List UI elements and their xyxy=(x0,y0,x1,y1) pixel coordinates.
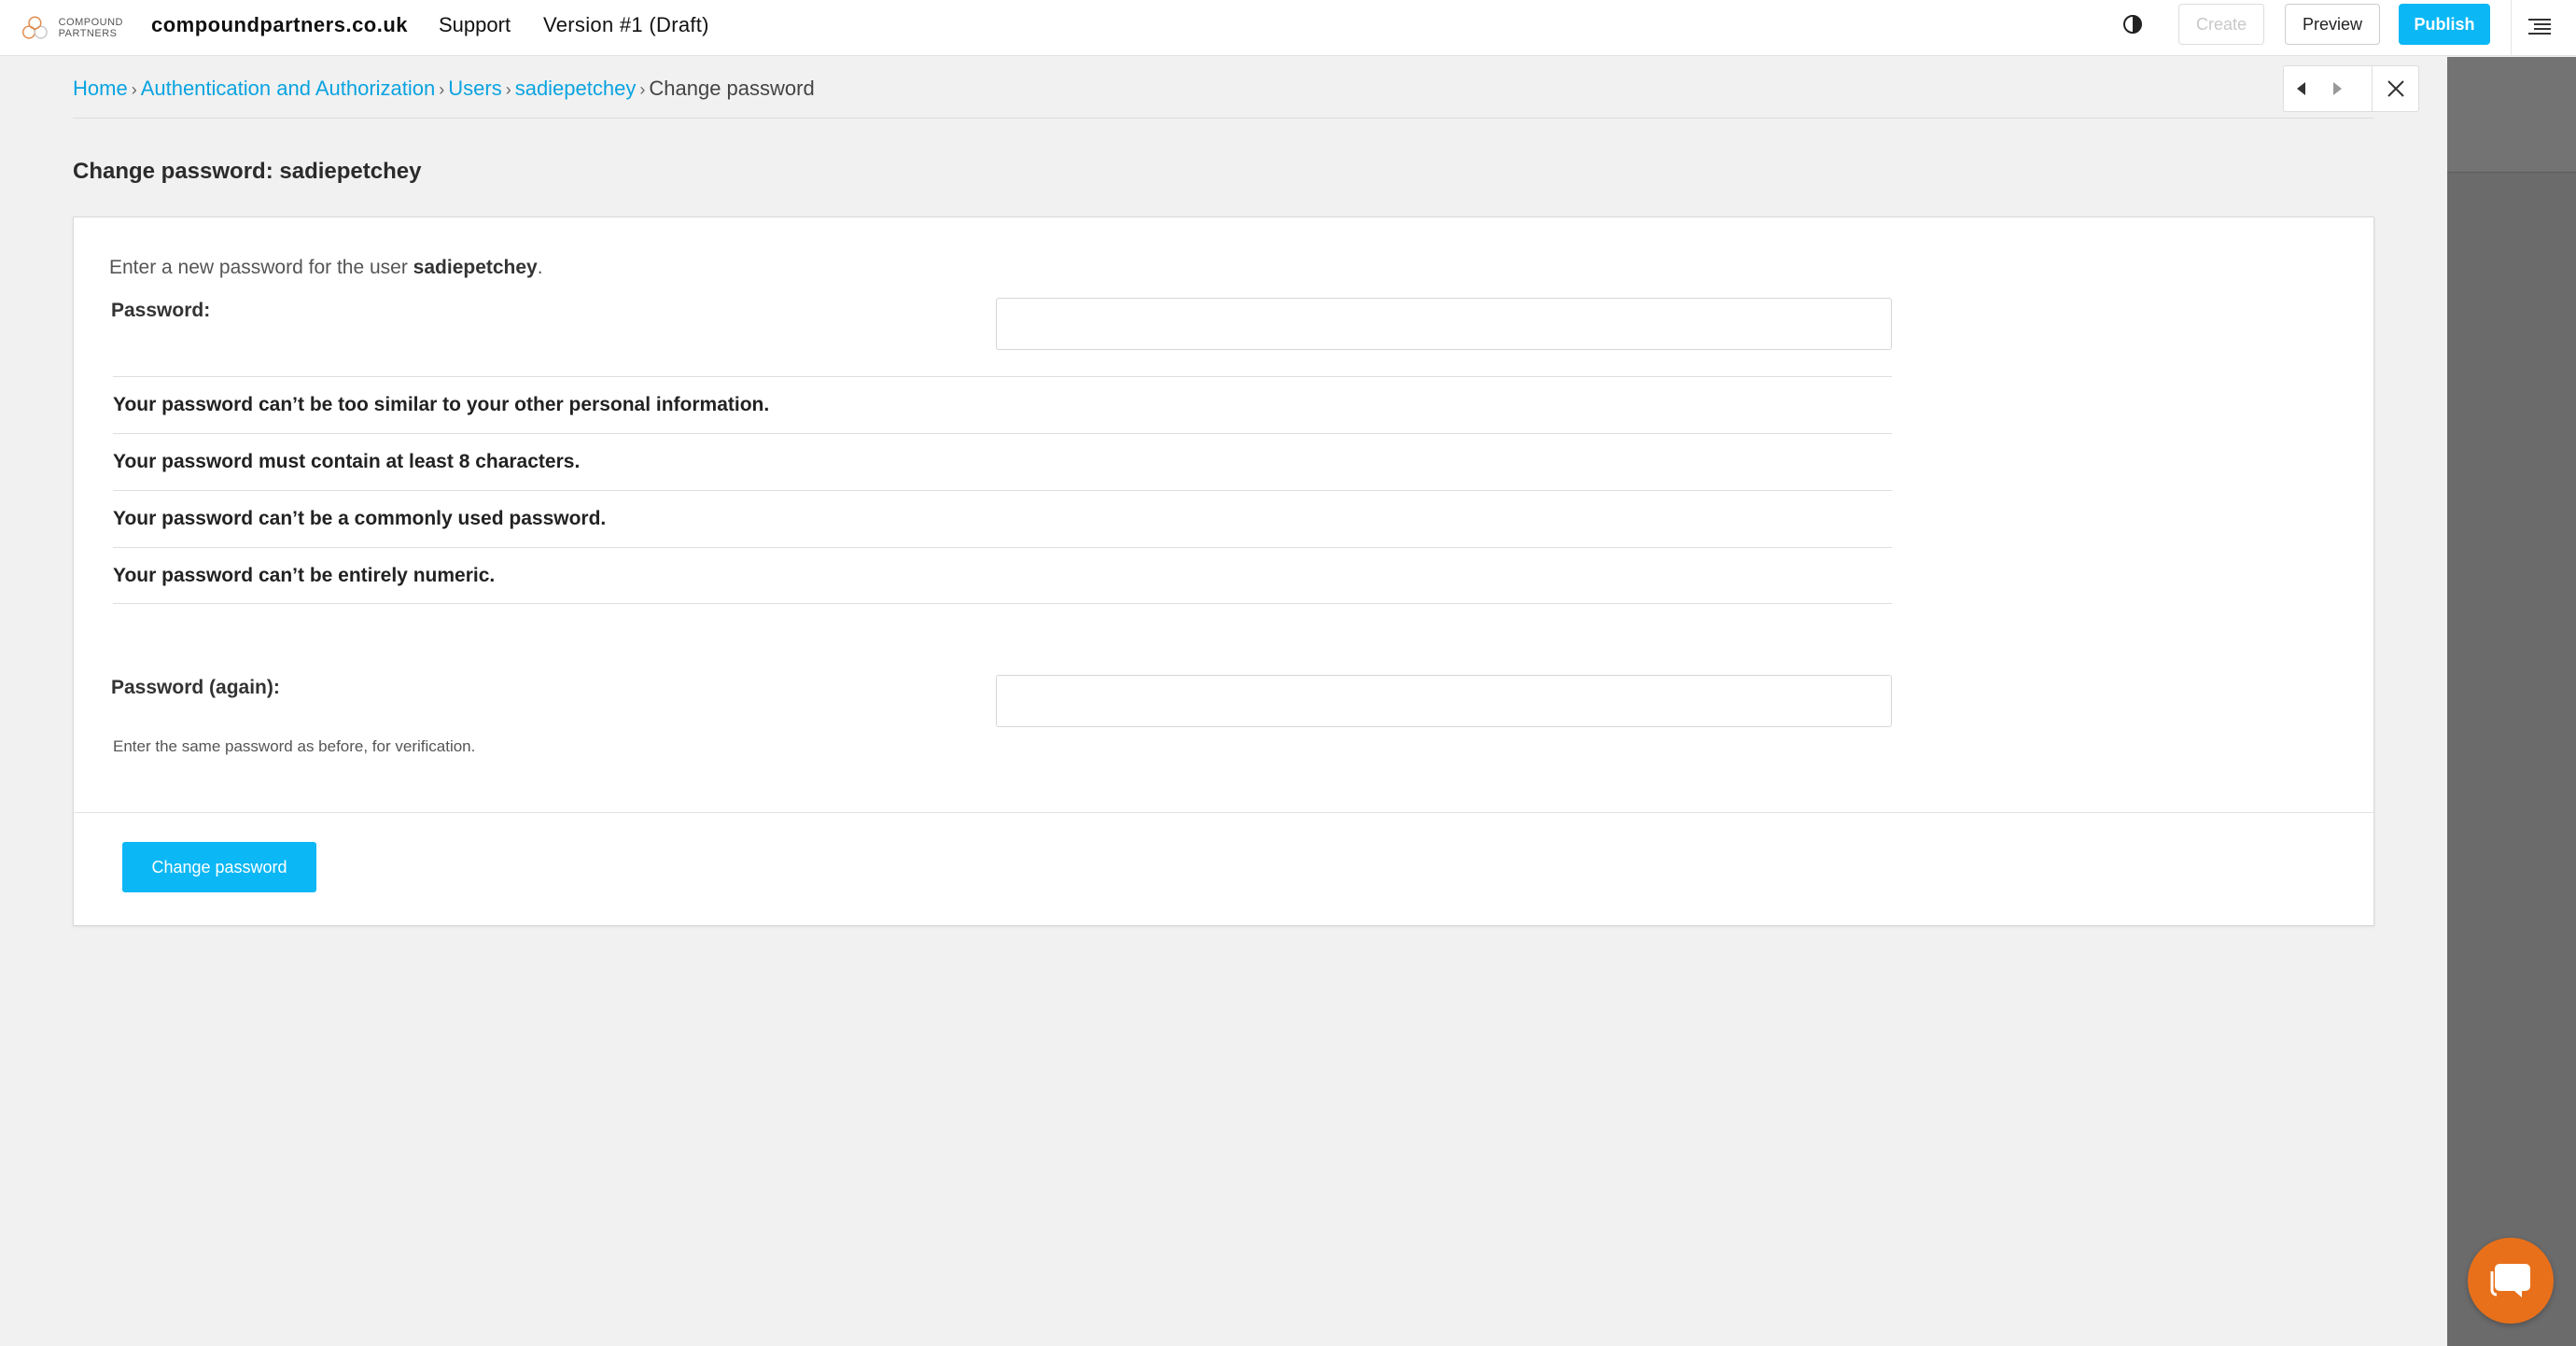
password-rule: Your password must contain at least 8 ch… xyxy=(113,433,1892,490)
password-again-help: Enter the same password as before, for v… xyxy=(113,737,476,755)
triangle-left-icon xyxy=(2297,82,2305,95)
chat-icon xyxy=(2490,1264,2530,1297)
password-field[interactable] xyxy=(996,298,1892,350)
password-rule: Your password can’t be entirely numeric. xyxy=(113,547,1892,604)
breadcrumb-users[interactable]: Users xyxy=(448,77,501,100)
logo-line-2: PARTNERS xyxy=(58,28,118,39)
intro-text: Enter a new password for the user xyxy=(109,257,413,278)
change-password-form: Enter a new password for the user sadiep… xyxy=(73,217,2374,926)
password-again-label: Password (again): xyxy=(111,677,280,698)
breadcrumb-home[interactable]: Home xyxy=(73,77,128,100)
intro-suffix: . xyxy=(537,257,543,278)
breadcrumb-divider xyxy=(73,118,2374,119)
page-title: Change password: sadiepetchey xyxy=(73,159,422,184)
contrast-icon[interactable] xyxy=(2121,13,2144,35)
triangle-right-icon xyxy=(2333,82,2342,95)
breadcrumb-separator: › xyxy=(439,80,445,99)
breadcrumb-separator: › xyxy=(505,80,511,99)
change-password-button[interactable]: Change password xyxy=(122,842,316,892)
preview-button[interactable]: Preview xyxy=(2285,4,2380,45)
breadcrumb-auth[interactable]: Authentication and Authorization xyxy=(141,77,436,100)
password-rule: Your password can’t be too similar to yo… xyxy=(113,376,1892,433)
cms-toolbar: COMPOUND PARTNERS compoundpartners.co.uk… xyxy=(0,0,2576,56)
version-menu[interactable]: Version #1 (Draft) xyxy=(543,13,709,37)
chat-launcher-button[interactable] xyxy=(2468,1238,2554,1324)
modal-nav-controls xyxy=(2283,65,2419,112)
form-intro: Enter a new password for the user sadiep… xyxy=(109,257,543,279)
breadcrumb-separator: › xyxy=(131,80,137,99)
sideframe-panel xyxy=(2447,57,2576,1346)
form-footer-divider xyxy=(74,812,2373,813)
structure-menu-icon[interactable] xyxy=(2526,13,2554,41)
sideframe-header xyxy=(2447,57,2576,173)
password-rules-list: Your password can’t be too similar to yo… xyxy=(113,376,1892,604)
logo-text: COMPOUND PARTNERS xyxy=(59,17,123,39)
support-link[interactable]: Support xyxy=(439,13,511,37)
logo-line-1: COMPOUND xyxy=(58,17,123,28)
password-label: Password: xyxy=(111,300,211,321)
site-logo[interactable]: COMPOUND PARTNERS xyxy=(21,7,123,49)
password-rule: Your password can’t be a commonly used p… xyxy=(113,490,1892,547)
previous-button[interactable] xyxy=(2284,66,2319,111)
logo-icon xyxy=(21,16,48,39)
breadcrumb: Home › Authentication and Authorization › Us… xyxy=(73,77,815,101)
breadcrumb-current: Change password xyxy=(649,77,815,100)
site-name-link[interactable]: compoundpartners.co.uk xyxy=(151,13,408,37)
close-icon xyxy=(2387,80,2404,97)
breadcrumb-separator: › xyxy=(639,80,646,99)
create-button[interactable]: Create xyxy=(2178,4,2264,45)
close-button[interactable] xyxy=(2372,66,2418,111)
password-again-field[interactable] xyxy=(996,675,1892,727)
intro-username: sadiepetchey xyxy=(413,257,538,278)
next-button[interactable] xyxy=(2319,66,2355,111)
publish-button[interactable]: Publish xyxy=(2399,4,2490,45)
breadcrumb-user[interactable]: sadiepetchey xyxy=(515,77,637,100)
toolbar-divider xyxy=(2511,0,2512,56)
